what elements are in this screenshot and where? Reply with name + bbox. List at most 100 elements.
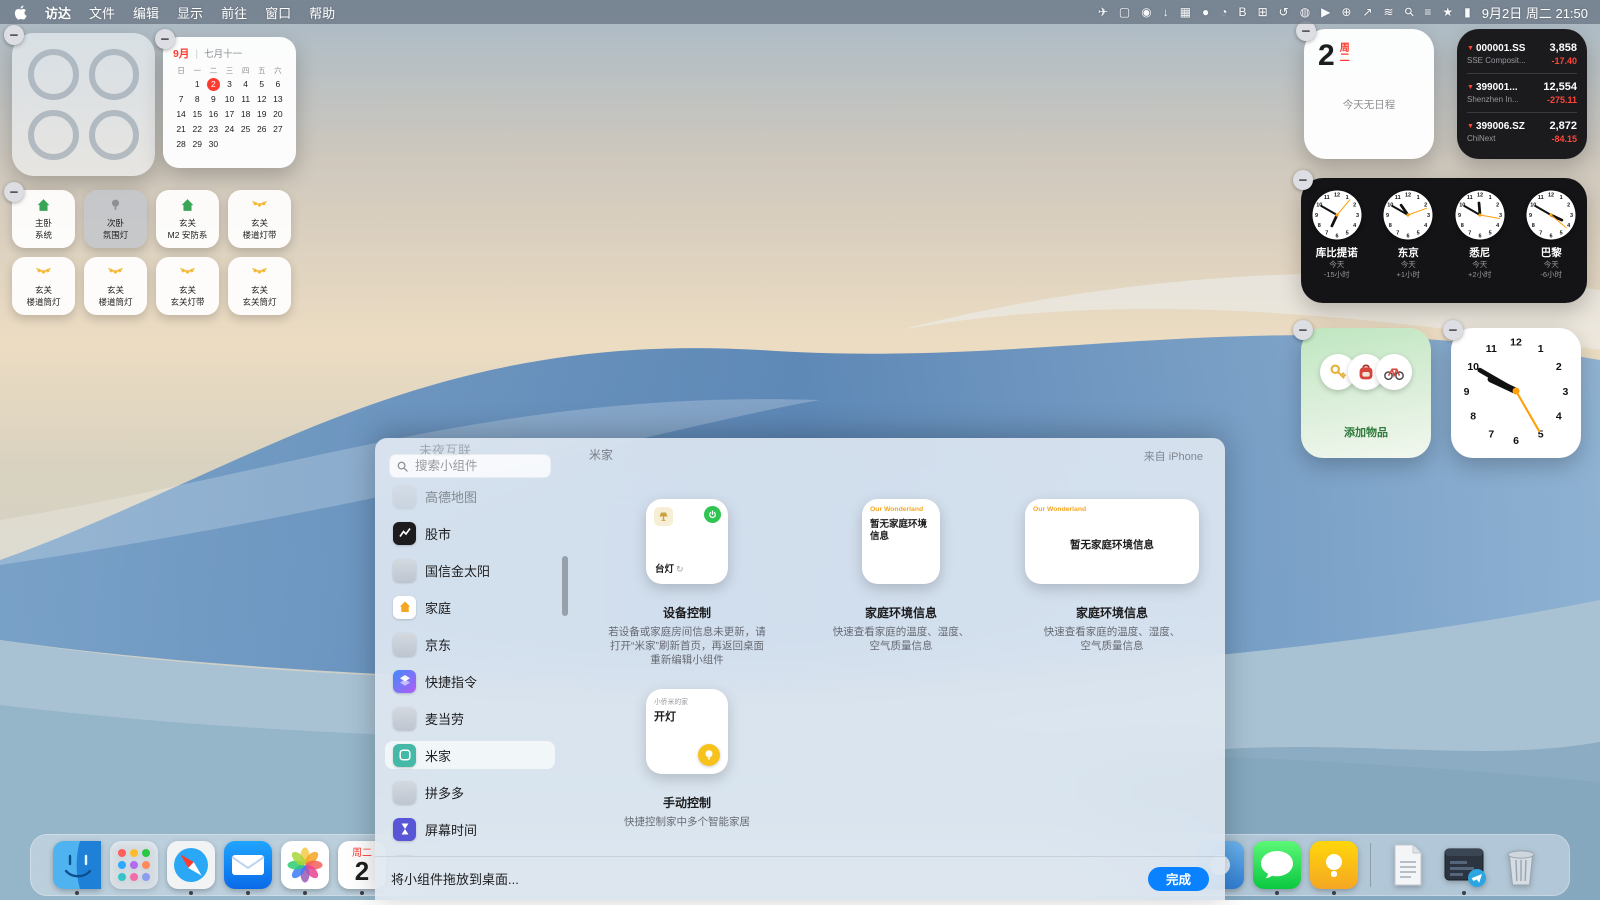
calendar-date[interactable]: 28 — [173, 138, 189, 151]
remove-widget-badge[interactable]: − — [4, 25, 24, 45]
dock-screenshot-telegram[interactable] — [1440, 841, 1488, 889]
moon-status-icon[interactable]: ◔ — [1220, 6, 1227, 18]
home-device-button-6[interactable]: 玄关 玄关灯带 — [156, 257, 219, 315]
telegram-status-icon[interactable]: ✈ — [1098, 6, 1108, 18]
calendar-date[interactable]: 10 — [221, 93, 237, 106]
calendar-date[interactable]: 1 — [189, 78, 205, 91]
home-device-button-7[interactable]: 玄关 玄关筒灯 — [228, 257, 291, 315]
world-clock-2[interactable]: 123456789101112 悉尼 今天 +2小时 — [1455, 190, 1505, 279]
dock-messages[interactable] — [1253, 841, 1301, 889]
menu-item-0[interactable]: 访达 — [45, 3, 71, 22]
remove-widget-badge[interactable]: − — [155, 29, 175, 49]
menu-item-3[interactable]: 显示 — [177, 3, 203, 22]
sidebar-item-4[interactable]: 京东 — [385, 630, 555, 658]
remove-widget-badge[interactable]: − — [1293, 320, 1313, 340]
find-my-widget[interactable]: − 添加物品 — [1301, 328, 1431, 458]
sidebar-scrollbar[interactable] — [562, 556, 568, 616]
menu-item-4[interactable]: 前往 — [221, 3, 247, 22]
star-status-icon[interactable]: ★ — [1442, 6, 1453, 18]
box-status-icon[interactable]: ▦ — [1180, 6, 1191, 18]
widget-search-field[interactable] — [389, 454, 551, 478]
analog-clock-widget[interactable]: − 123456789101112 — [1451, 328, 1581, 458]
calendar-date[interactable]: 26 — [254, 123, 270, 136]
calendar-date[interactable]: 14 — [173, 108, 189, 121]
dot-status-icon[interactable]: ● — [1202, 6, 1209, 18]
calendar-date[interactable]: 22 — [189, 123, 205, 136]
sidebar-item-7[interactable]: 米家 — [385, 741, 555, 769]
disc-status-icon[interactable]: ◍ — [1300, 6, 1310, 18]
dock-home-yellow[interactable] — [1310, 841, 1358, 889]
calendar-date[interactable]: 7 — [173, 93, 189, 106]
widget-preview-manual-control[interactable]: 小侨米的家 开灯 — [646, 689, 728, 774]
remove-widget-badge[interactable]: − — [1443, 320, 1463, 340]
calendar-date[interactable]: 3 — [221, 78, 237, 91]
home-device-button-0[interactable]: 主卧 系统 — [12, 190, 75, 248]
dock-finder[interactable] — [53, 841, 101, 889]
menubar-clock[interactable]: 9月2日 周二 21:50 — [1482, 3, 1588, 22]
home-device-button-3[interactable]: 玄关 楼道灯带 — [228, 190, 291, 248]
calendar-date[interactable]: 6 — [270, 78, 286, 91]
calendar-date[interactable]: 2 — [207, 78, 220, 91]
bike-icon[interactable] — [1376, 354, 1412, 390]
bulb-icon[interactable] — [698, 744, 720, 766]
menu-status-icon[interactable]: ≡ — [1424, 6, 1431, 18]
widget-preview-env-small[interactable]: Our Wonderland 暂无家庭环境信息 — [862, 499, 940, 584]
dock-trash[interactable] — [1497, 841, 1545, 889]
calendar-date[interactable]: 4 — [238, 78, 254, 91]
stocks-widget[interactable]: ▼000001.SS SSE Composit... 3,858 -17.40 … — [1457, 29, 1587, 159]
circles-widget[interactable]: − — [12, 33, 155, 176]
calendar-day-widget[interactable]: − 2 周二 今天无日程 — [1304, 29, 1434, 159]
calendar-date[interactable]: 5 — [254, 78, 270, 91]
calendar-date[interactable]: 11 — [238, 93, 254, 106]
record-status-icon[interactable]: ◉ — [1141, 6, 1151, 18]
menu-item-2[interactable]: 编辑 — [133, 3, 159, 22]
calendar-date[interactable]: 9 — [205, 93, 221, 106]
sidebar-item-1[interactable]: 股市 — [385, 519, 555, 547]
calendar-date[interactable]: 12 — [254, 93, 270, 106]
sidebar-item-6[interactable]: 麦当劳 — [385, 704, 555, 732]
menu-item-6[interactable]: 帮助 — [309, 3, 335, 22]
sidebar-item-2[interactable]: 国信金太阳 — [385, 556, 555, 584]
sidebar-item-9[interactable]: 屏幕时间 — [385, 815, 555, 843]
widget-preview-device-control[interactable]: 台灯↻ — [646, 499, 728, 584]
calendar-date[interactable]: 20 — [270, 108, 286, 121]
wifi-status-icon[interactable]: ≋ — [1384, 6, 1394, 18]
stock-row-0[interactable]: ▼000001.SS SSE Composit... 3,858 -17.40 — [1467, 35, 1577, 74]
spotlight-status-icon[interactable]: ⚲ — [1402, 5, 1417, 20]
remove-widget-badge[interactable]: − — [1296, 21, 1316, 41]
battery-status-icon[interactable]: ▮ — [1464, 6, 1471, 18]
boldb-status-icon[interactable]: B — [1239, 6, 1247, 18]
remove-widget-badge[interactable]: − — [1293, 170, 1313, 190]
stock-row-1[interactable]: ▼399001... Shenzhen In... 12,554 -275.11 — [1467, 74, 1577, 113]
calendar-date[interactable]: 16 — [205, 108, 221, 121]
home-device-button-4[interactable]: 玄关 楼道筒灯 — [12, 257, 75, 315]
remove-widget-badge[interactable]: − — [4, 182, 24, 202]
home-device-button-1[interactable]: 次卧 氛围灯 — [84, 190, 147, 248]
world-clock-0[interactable]: 123456789101112 库比提诺 今天 -15小时 — [1312, 190, 1362, 279]
sidebar-item-0[interactable]: 高德地图 — [385, 482, 555, 510]
widget-search-input[interactable] — [413, 458, 543, 474]
play-status-icon[interactable]: ▶ — [1321, 6, 1330, 18]
dock-safari[interactable] — [167, 841, 215, 889]
world-clock-3[interactable]: 123456789101112 巴黎 今天 -6小时 — [1526, 190, 1576, 279]
grid-status-icon[interactable]: ⊞ — [1258, 6, 1268, 18]
home-device-button-2[interactable]: 玄关 M2 安防系 — [156, 190, 219, 248]
calendar-date[interactable]: 8 — [189, 93, 205, 106]
calendar-date[interactable]: 25 — [238, 123, 254, 136]
location-status-icon[interactable]: ↗ — [1362, 6, 1372, 18]
stock-row-2[interactable]: ▼399006.SZ ChiNext 2,872 -84.15 — [1467, 113, 1577, 151]
dock-launchpad[interactable] — [110, 841, 158, 889]
display-status-icon[interactable]: ▢ — [1119, 6, 1130, 18]
plus-status-icon[interactable]: ⊕ — [1341, 6, 1351, 18]
calendar-date[interactable]: 15 — [189, 108, 205, 121]
dock-document[interactable] — [1383, 841, 1431, 889]
timemachine-status-icon[interactable]: ↺ — [1279, 6, 1289, 18]
world-clock-widget[interactable]: − 123456789101112 库比提诺 今天 -15小时123456789… — [1301, 178, 1587, 303]
sidebar-item-8[interactable]: 拼多多 — [385, 778, 555, 806]
done-button[interactable]: 完成 — [1148, 867, 1209, 891]
calendar-date[interactable]: 23 — [205, 123, 221, 136]
dock-photos[interactable] — [281, 841, 329, 889]
calendar-date[interactable]: 13 — [270, 93, 286, 106]
calendar-date[interactable]: 27 — [270, 123, 286, 136]
dock-mail[interactable] — [224, 841, 272, 889]
